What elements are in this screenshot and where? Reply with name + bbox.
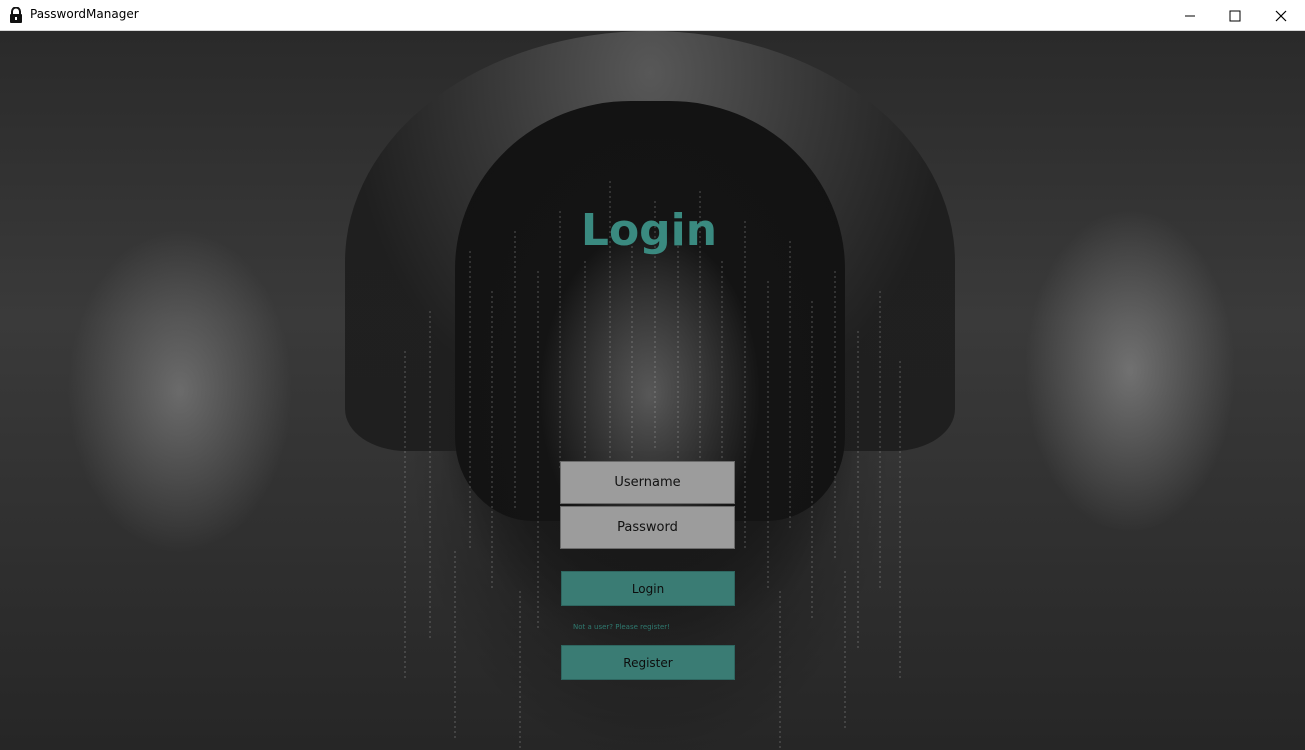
username-input[interactable] <box>560 461 735 504</box>
register-hint: Not a user? Please register! <box>573 623 670 631</box>
maximize-icon <box>1229 10 1241 21</box>
digital-rain <box>404 181 901 750</box>
close-icon <box>1275 10 1287 21</box>
login-button[interactable]: Login <box>561 571 735 606</box>
minimize-icon <box>1185 15 1195 16</box>
window-title: PasswordManager <box>30 7 139 21</box>
hooded-figure-background <box>0 31 1305 750</box>
password-input[interactable] <box>560 506 735 549</box>
close-button[interactable] <box>1258 0 1304 31</box>
padlock-icon <box>10 7 22 23</box>
login-heading: Login <box>580 205 718 256</box>
minimize-button[interactable] <box>1167 0 1213 31</box>
register-button[interactable]: Register <box>561 645 735 680</box>
app-window: PasswordManager Login Username Login Not… <box>0 0 1305 750</box>
maximize-button[interactable] <box>1212 0 1258 31</box>
title-bar[interactable]: PasswordManager <box>0 0 1305 31</box>
